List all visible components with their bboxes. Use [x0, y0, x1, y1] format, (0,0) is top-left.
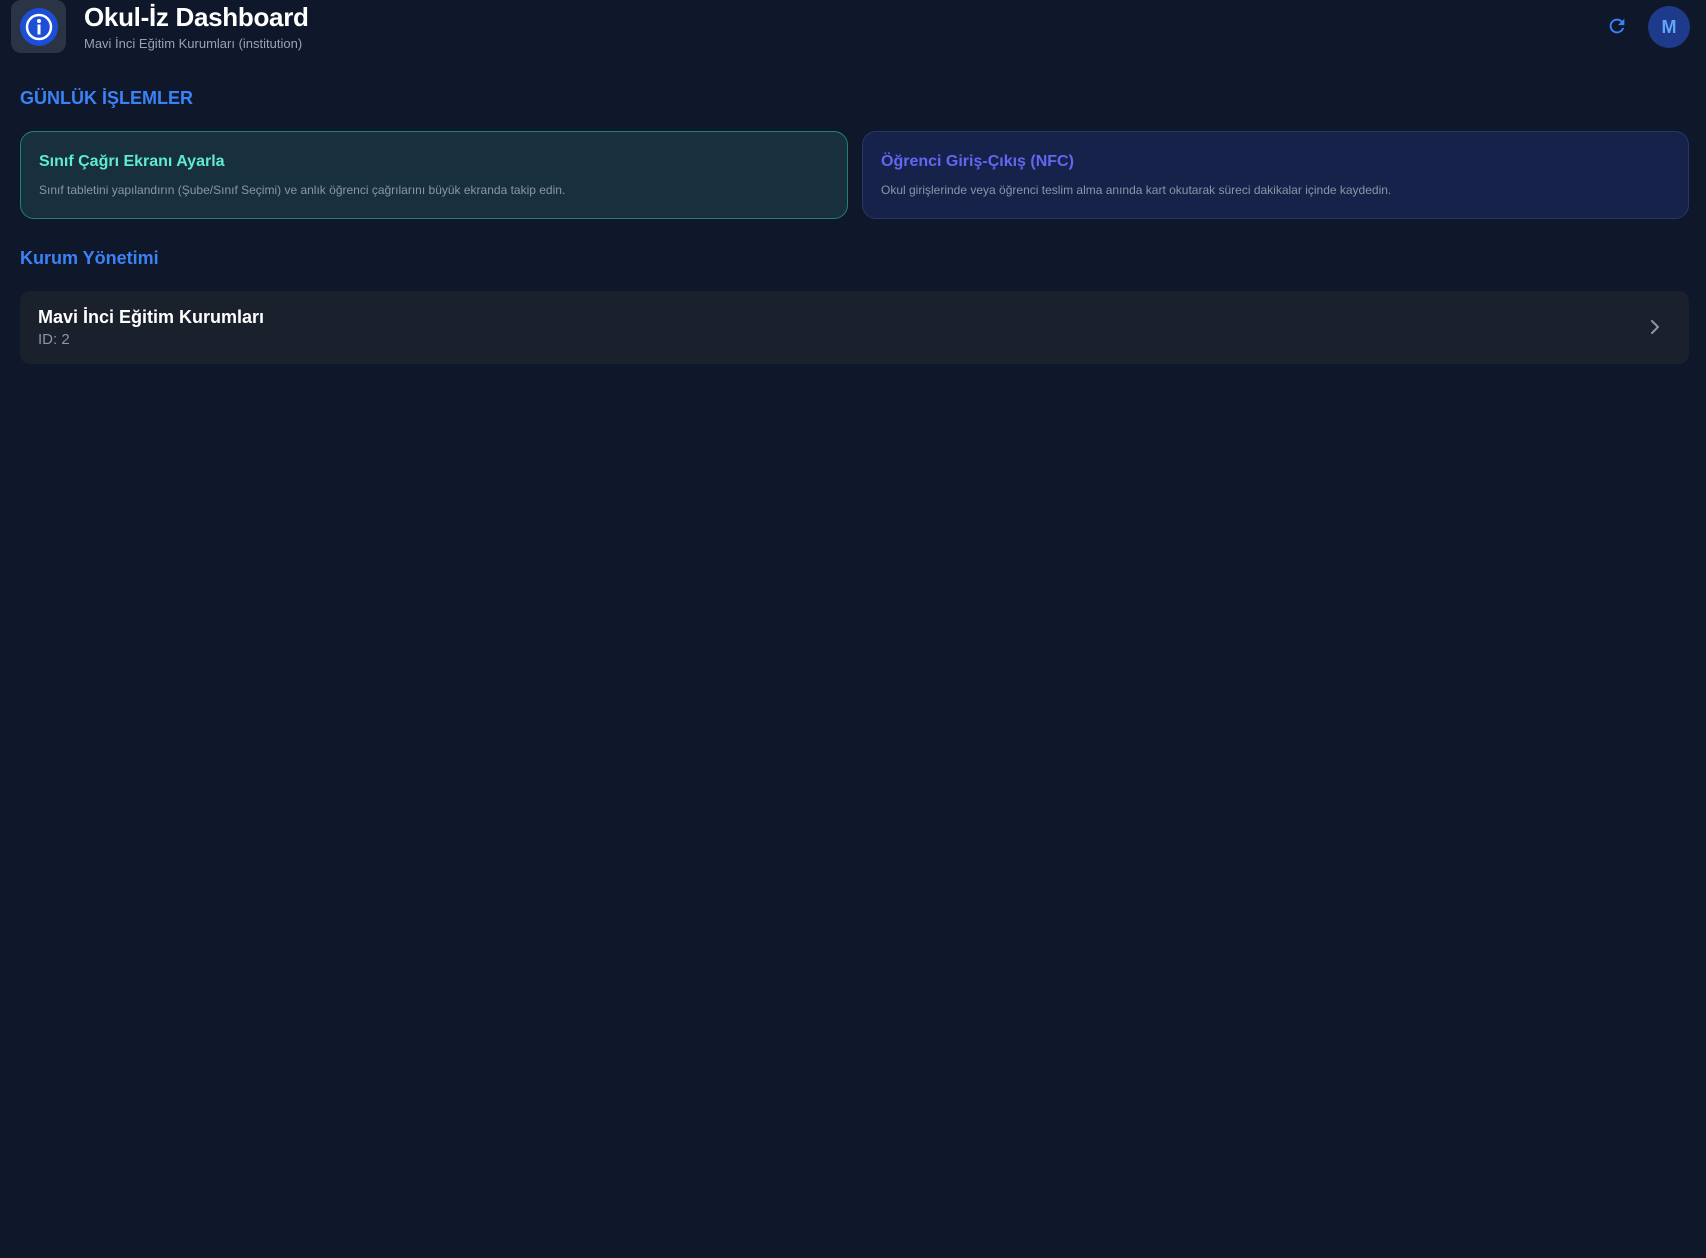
card-description: Okul girişlerinde veya öğrenci teslim al… — [881, 183, 1392, 197]
institution-subtitle: Mavi İnci Eğitim Kurumları (institution) — [84, 36, 303, 51]
institution-list-item[interactable]: Mavi İnci Eğitim Kurumları ID: 2 — [20, 291, 1689, 364]
institution-name: Mavi İnci Eğitim Kurumları — [38, 307, 265, 327]
refresh-icon — [1606, 15, 1628, 42]
section-heading-management: Kurum Yönetimi — [20, 248, 159, 268]
institution-id: ID: 2 — [38, 331, 70, 348]
title-block: Okul-İz Dashboard Mavi İnci Eğitim Kurum… — [84, 1, 309, 52]
page-title: Okul-İz Dashboard — [84, 2, 309, 32]
class-call-screen-card[interactable]: Sınıf Çağrı Ekranı Ayarla Sınıf tabletin… — [20, 131, 848, 219]
card-description: Sınıf tabletini yapılandırın (Şube/Sınıf… — [39, 183, 566, 197]
refresh-button[interactable] — [1601, 12, 1633, 44]
card-title: Sınıf Çağrı Ekranı Ayarla — [39, 153, 225, 170]
card-title: Öğrenci Giriş-Çıkış (NFC) — [881, 153, 1074, 170]
avatar[interactable]: M — [1648, 6, 1690, 48]
nfc-check-in-out-card[interactable]: Öğrenci Giriş-Çıkış (NFC) Okul girişleri… — [862, 131, 1689, 219]
app-header: Okul-İz Dashboard Mavi İnci Eğitim Kurum… — [0, 0, 1706, 64]
app-logo — [11, 0, 66, 53]
section-heading-daily: GÜNLÜK İŞLEMLER — [20, 88, 193, 108]
info-icon — [19, 7, 58, 46]
chevron-right-icon — [1645, 317, 1665, 337]
